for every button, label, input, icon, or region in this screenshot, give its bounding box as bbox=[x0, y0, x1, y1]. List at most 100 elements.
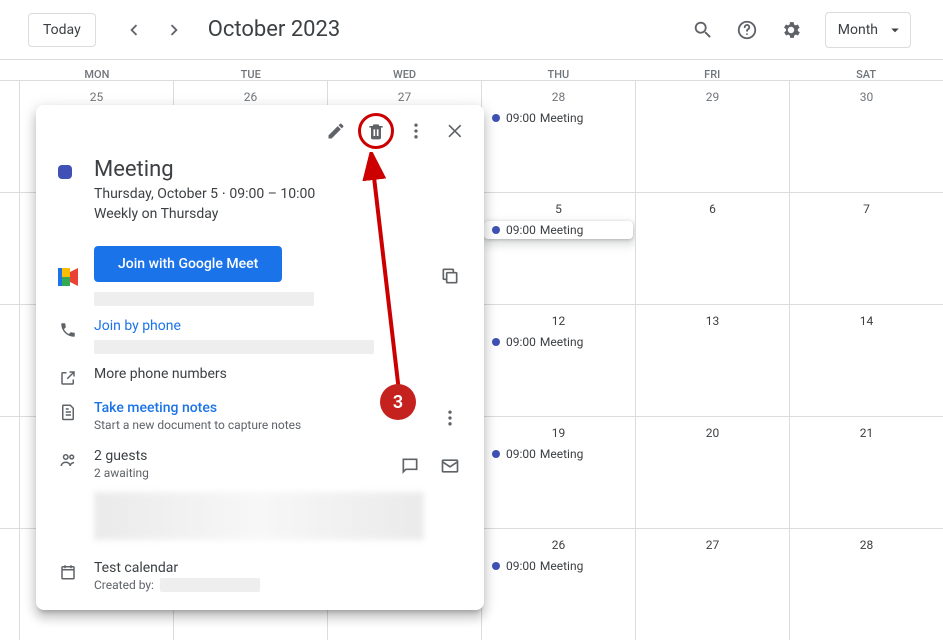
mail-icon bbox=[440, 456, 460, 476]
day-number: 27 bbox=[636, 533, 789, 557]
help-icon bbox=[736, 19, 758, 41]
next-month-button[interactable] bbox=[158, 14, 190, 46]
guest-count: 2 guests bbox=[94, 448, 392, 464]
day-number: 20 bbox=[636, 421, 789, 445]
take-notes-sub: Start a new document to capture notes bbox=[94, 418, 432, 432]
day-cell[interactable]: 14 bbox=[790, 305, 943, 416]
day-number: 12 bbox=[482, 309, 635, 333]
event-dot bbox=[492, 562, 500, 570]
chevron-left-icon bbox=[123, 19, 145, 41]
day-number: 28 bbox=[790, 533, 943, 557]
day-cell[interactable]: 27 bbox=[636, 529, 790, 640]
day-header: THU bbox=[481, 60, 635, 80]
event-title: Meeting bbox=[94, 157, 315, 182]
event-label: Meeting bbox=[540, 447, 583, 461]
delete-event-button[interactable] bbox=[358, 113, 394, 149]
guests-icon bbox=[58, 450, 78, 470]
calendar-event[interactable]: 09:00Meeting bbox=[484, 333, 633, 351]
day-cell[interactable]: 30 bbox=[790, 81, 943, 192]
day-cell[interactable]: 2809:00Meeting bbox=[482, 81, 636, 192]
day-number: 6 bbox=[636, 197, 789, 221]
help-button[interactable] bbox=[727, 10, 767, 50]
chevron-right-icon bbox=[163, 19, 185, 41]
join-by-phone-link[interactable]: Join by phone bbox=[94, 318, 468, 334]
event-dot bbox=[492, 450, 500, 458]
view-selector[interactable]: Month bbox=[825, 12, 911, 48]
close-icon bbox=[446, 121, 466, 141]
day-header: FRI bbox=[635, 60, 789, 80]
more-vert-icon bbox=[406, 121, 426, 141]
event-color-chip bbox=[58, 165, 72, 179]
pencil-icon bbox=[326, 121, 346, 141]
day-number: 7 bbox=[790, 197, 943, 221]
created-by-label: Created by: bbox=[94, 578, 154, 592]
calendar-icon bbox=[58, 562, 78, 582]
copy-meet-link-button[interactable] bbox=[432, 258, 468, 294]
day-cell[interactable]: 26 09:00 Meeting bbox=[482, 529, 636, 640]
month-title[interactable]: October 2023 bbox=[208, 17, 341, 42]
external-link-icon bbox=[58, 368, 78, 388]
event-recurrence: Weekly on Thursday bbox=[94, 206, 315, 222]
event-label: Meeting bbox=[540, 559, 583, 573]
day-cell[interactable]: 29 bbox=[636, 81, 790, 192]
trash-icon bbox=[366, 121, 386, 141]
today-button[interactable]: Today bbox=[28, 13, 96, 47]
event-dot bbox=[492, 226, 500, 234]
chat-icon bbox=[400, 456, 420, 476]
gear-icon bbox=[780, 19, 802, 41]
notes-options-button[interactable] bbox=[432, 400, 468, 436]
day-number: 21 bbox=[790, 421, 943, 445]
day-number: 30 bbox=[790, 85, 943, 109]
event-label: Meeting bbox=[540, 223, 583, 237]
email-guests-button[interactable] bbox=[432, 448, 468, 484]
guest-status: 2 awaiting bbox=[94, 466, 392, 480]
more-phone-numbers-link[interactable]: More phone numbers bbox=[94, 366, 468, 382]
search-button[interactable] bbox=[683, 10, 723, 50]
day-cell[interactable]: 28 bbox=[790, 529, 943, 640]
edit-event-button[interactable] bbox=[318, 113, 354, 149]
day-number: 26 bbox=[482, 533, 635, 557]
day-number: 5 bbox=[482, 197, 635, 221]
annotation-step-badge: 3 bbox=[380, 384, 416, 420]
calendar-event[interactable]: 09:00Meeting bbox=[484, 221, 633, 239]
prev-month-button[interactable] bbox=[118, 14, 150, 46]
day-cell[interactable]: 20 bbox=[636, 417, 790, 528]
calendar-event[interactable]: 09:00 Meeting bbox=[484, 557, 633, 575]
meet-icon bbox=[58, 267, 78, 287]
day-header: MON bbox=[20, 60, 174, 80]
day-cell[interactable]: 7 bbox=[790, 193, 943, 304]
event-time: 09:00 bbox=[506, 447, 536, 461]
dropdown-icon bbox=[886, 21, 904, 39]
event-options-button[interactable] bbox=[398, 113, 434, 149]
view-selector-label: Month bbox=[838, 22, 878, 38]
calendar-name: Test calendar bbox=[94, 560, 468, 576]
join-meet-button[interactable]: Join with Google Meet bbox=[94, 246, 282, 282]
more-vert-icon bbox=[440, 408, 460, 428]
creator-redacted bbox=[160, 578, 260, 592]
day-header: TUE bbox=[174, 60, 328, 80]
document-icon bbox=[58, 402, 78, 422]
day-cell[interactable]: 13 bbox=[636, 305, 790, 416]
day-cell[interactable]: 509:00Meeting bbox=[482, 193, 636, 304]
day-header: WED bbox=[328, 60, 482, 80]
day-cell[interactable]: 6 bbox=[636, 193, 790, 304]
day-number: 28 bbox=[482, 85, 635, 109]
event-time: 09:00 bbox=[506, 335, 536, 349]
close-popup-button[interactable] bbox=[438, 113, 474, 149]
event-time: 09:00 bbox=[506, 559, 536, 573]
settings-button[interactable] bbox=[771, 10, 811, 50]
guest-list-redacted bbox=[94, 492, 424, 540]
event-dot bbox=[492, 114, 500, 122]
calendar-event[interactable]: 09:00 Meeting bbox=[484, 445, 633, 463]
chat-guests-button[interactable] bbox=[392, 448, 428, 484]
calendar-event[interactable]: 09:00Meeting bbox=[484, 109, 633, 127]
day-number: 19 bbox=[482, 421, 635, 445]
day-cell[interactable]: 1209:00Meeting bbox=[482, 305, 636, 416]
copy-icon bbox=[440, 266, 460, 286]
event-datetime: Thursday, October 5 ⋅ 09:00 – 10:00 bbox=[94, 186, 315, 202]
day-number: 14 bbox=[790, 309, 943, 333]
day-cell[interactable]: 21 bbox=[790, 417, 943, 528]
event-detail-popup: Meeting Thursday, October 5 ⋅ 09:00 – 10… bbox=[36, 105, 484, 610]
day-cell[interactable]: 19 09:00 Meeting bbox=[482, 417, 636, 528]
day-header: SAT bbox=[789, 60, 943, 80]
